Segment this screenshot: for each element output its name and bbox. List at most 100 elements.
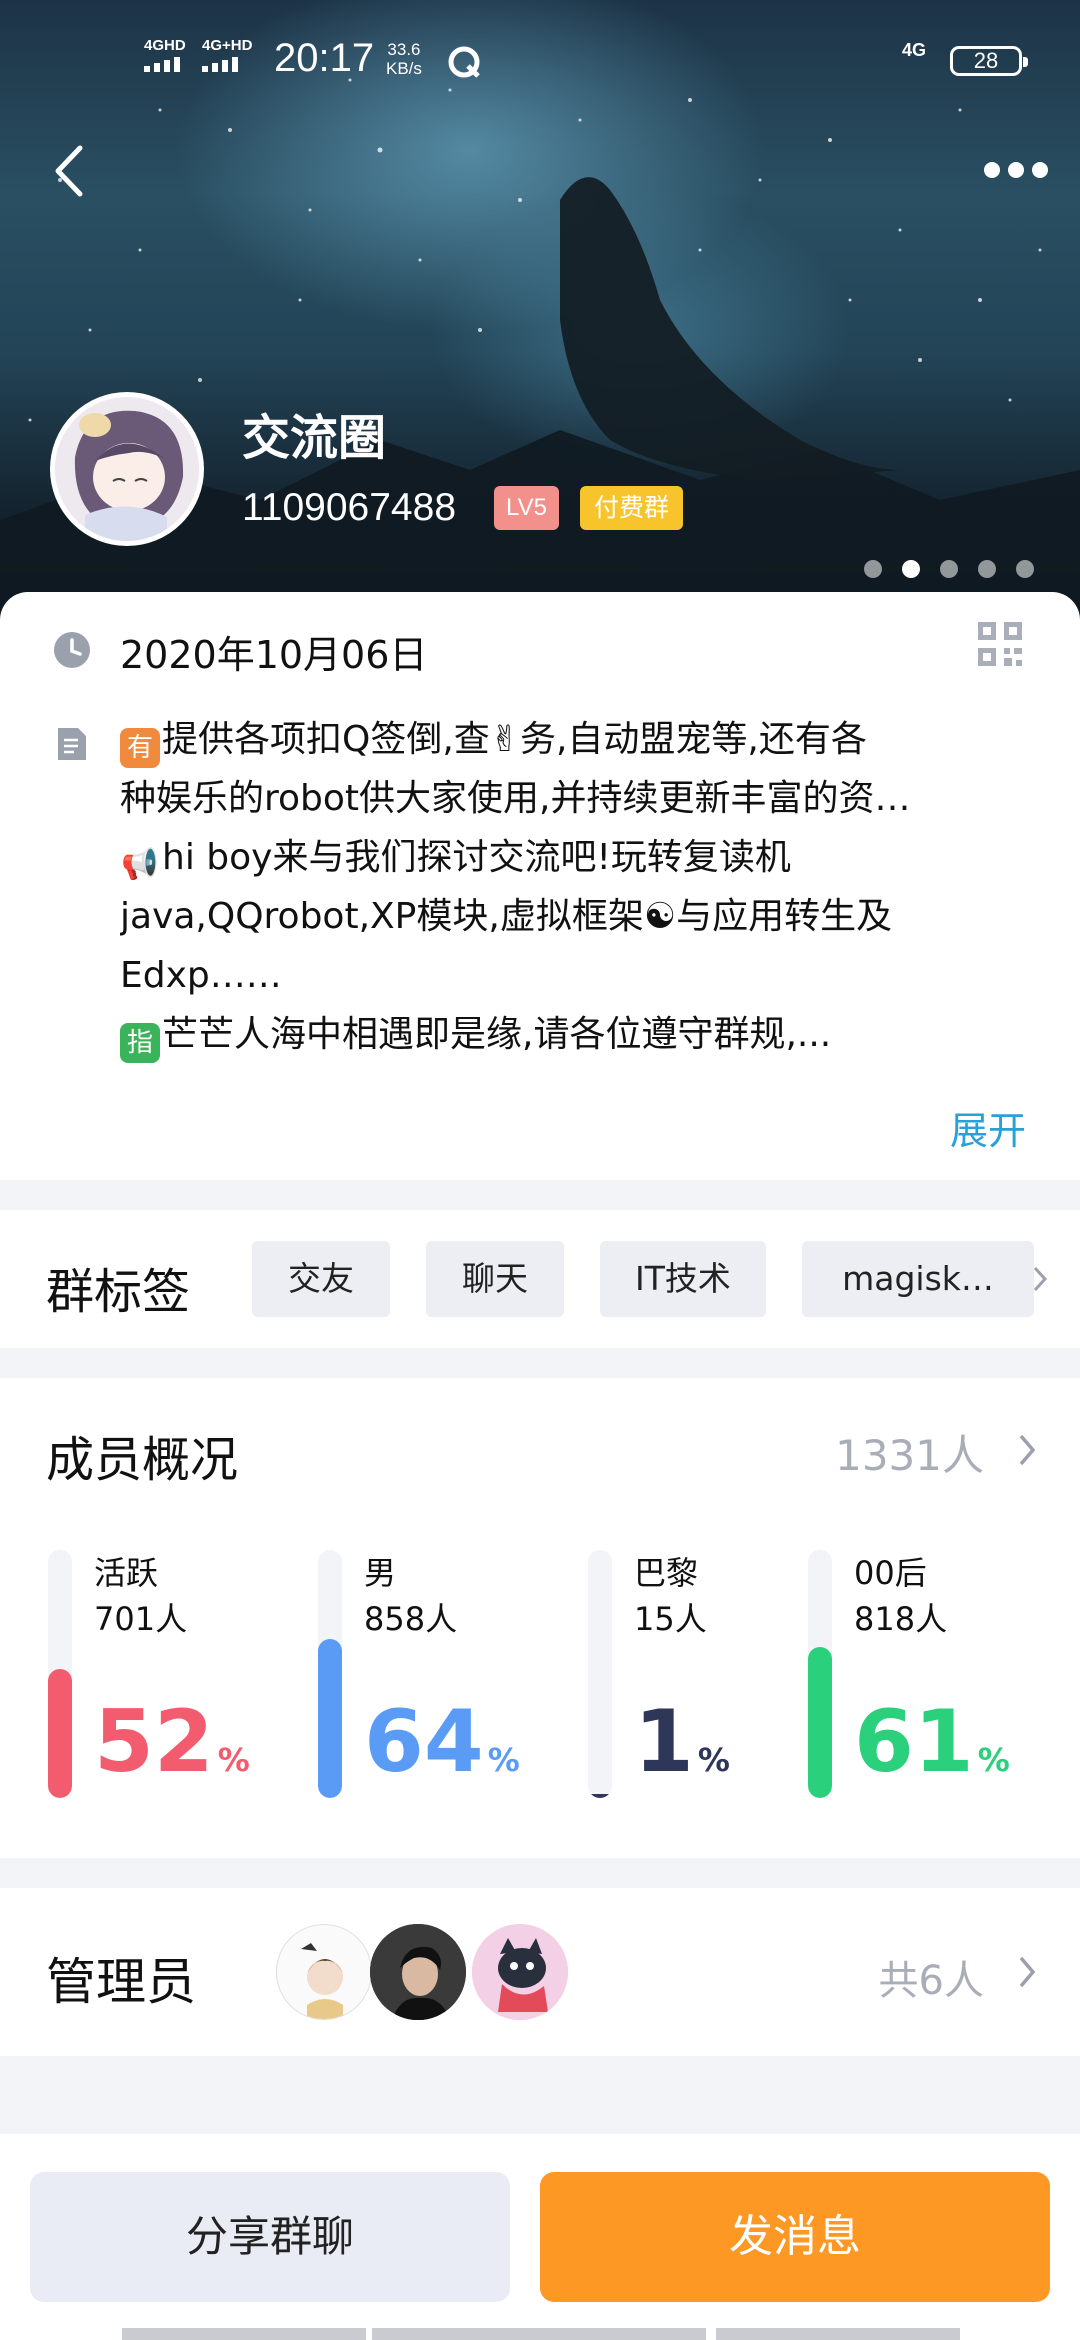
gesture-bar	[716, 2328, 960, 2340]
stat-progress-bar	[48, 1550, 72, 1798]
status-bar: 4GHD 4G+HD 20:17 33.6 KB/s 4G 28	[0, 0, 1080, 120]
group-tags-section[interactable]: 群标签 交友 聊天 IT技术 magisk…	[0, 1210, 1080, 1348]
intro-text: java,QQrobot,XP模块,虚拟框架☯与应用转生及	[120, 896, 893, 937]
admin-avatar[interactable]	[276, 1924, 372, 2020]
gesture-bar	[372, 2328, 706, 2340]
stat-label: 男	[364, 1554, 397, 1592]
tag-item[interactable]: 交友	[252, 1241, 390, 1317]
chevron-left-icon	[55, 145, 83, 197]
carousel-dot[interactable]	[978, 560, 996, 578]
created-date: 2020年10月06日	[120, 633, 428, 677]
stat-label: 活跃	[94, 1554, 159, 1592]
stat-progress-bar	[808, 1550, 832, 1798]
document-icon	[58, 728, 86, 760]
intro-text: Edxp……	[120, 955, 282, 996]
intro-text: 芒芒人海中相遇即是缘,请各位遵守群规,...	[162, 1014, 832, 1055]
battery-indicator: 28	[950, 46, 1028, 76]
admin-avatar[interactable]	[370, 1924, 466, 2020]
group-intro[interactable]: 有提供各项扣Q签倒,查✌务,自动盟宠等,还有各种娱乐的robot供大家使用,并持…	[120, 710, 1040, 1064]
stat-progress-bar	[318, 1550, 342, 1798]
qr-code-icon	[978, 622, 1022, 666]
stat-progress-fill	[48, 1669, 72, 1798]
more-button[interactable]	[976, 150, 1056, 190]
carousel-indicator[interactable]	[864, 560, 1034, 578]
signal-indicator-2: 4G+HD	[202, 38, 252, 72]
stat-percent-value: 64	[364, 1692, 484, 1792]
intro-line: 有提供各项扣Q签倒,查✌务,自动盟宠等,还有各	[120, 710, 1040, 769]
level-badge: LV5	[494, 486, 559, 530]
share-group-button[interactable]: 分享群聊	[30, 2172, 510, 2302]
battery-level: 28	[973, 48, 999, 73]
anime-girl-avatar-image	[55, 397, 199, 541]
speed-value: 33.6	[387, 40, 421, 59]
members-title: 成员概况	[46, 1432, 239, 1488]
member-total: 1331人	[835, 1431, 984, 1480]
stat-label: 00后	[854, 1554, 927, 1592]
stat-percent-unit: %	[977, 1741, 1010, 1779]
stat-progress-bar	[588, 1550, 612, 1798]
admins-section[interactable]: 管理员 共6人	[0, 1888, 1080, 2056]
member-stat[interactable]: 00后 818人 61%	[808, 1550, 1048, 1810]
paid-group-badge: 付费群	[580, 486, 684, 530]
send-message-button[interactable]: 发消息	[540, 2172, 1050, 2302]
group-avatar[interactable]	[50, 392, 204, 546]
intro-line: Edxp……	[120, 946, 1040, 1005]
intro-line: 种娱乐的robot供大家使用,并持续更新丰富的资…	[120, 769, 1040, 828]
stat-percent-unit: %	[697, 1741, 730, 1779]
status-time: 20:17	[274, 36, 375, 80]
intro-line: 📢hi boy来与我们探讨交流吧!玩转复读机	[120, 828, 1040, 887]
carousel-dot[interactable]	[902, 560, 920, 578]
qq-status-icon	[448, 46, 480, 78]
carousel-dot[interactable]	[864, 560, 882, 578]
network-type: 4G	[902, 40, 927, 60]
stat-percent: 1%	[634, 1692, 730, 1810]
stat-percent-unit: %	[487, 1741, 520, 1779]
signal-indicator: 4GHD	[144, 38, 186, 72]
member-stat[interactable]: 巴黎 15人 1%	[588, 1550, 828, 1810]
stat-count: 15人	[634, 1600, 707, 1638]
intro-line: 指芒芒人海中相遇即是缘,请各位遵守群规,...	[120, 1005, 1040, 1064]
stat-label: 巴黎	[634, 1554, 699, 1592]
carousel-dot[interactable]	[1016, 560, 1034, 578]
stat-percent-value: 61	[854, 1692, 974, 1792]
stat-percent: 64%	[364, 1692, 520, 1810]
member-overview-section[interactable]: 成员概况 1331人 活跃 701人 52% 男 858人 64% 巴黎 15人 1% 00后 81…	[0, 1378, 1080, 1858]
member-stat[interactable]: 男 858人 64%	[318, 1550, 558, 1810]
stat-progress-fill	[808, 1647, 832, 1798]
chevron-right-icon	[1019, 1434, 1036, 1466]
qr-code-button[interactable]	[976, 620, 1024, 668]
carousel-dot[interactable]	[940, 560, 958, 578]
more-dots-icon	[984, 162, 1048, 178]
group-profile-screen: 4GHD 4G+HD 20:17 33.6 KB/s 4G 28 交流圈 110…	[0, 0, 1080, 2340]
intro-text: 种娱乐的robot供大家使用,并持续更新丰富的资…	[120, 778, 911, 819]
group-info-card: 2020年10月06日 有提供各项扣Q签倒,查✌务,自动盟宠等,还有各种娱乐的r…	[0, 592, 1080, 1180]
tag-item[interactable]: magisk…	[802, 1241, 1034, 1317]
signal-1-label: 4GHD	[144, 37, 186, 54]
chevron-right-icon	[1019, 1956, 1036, 1988]
back-button[interactable]	[40, 136, 100, 206]
group-id[interactable]: 1109067488	[242, 486, 456, 530]
signal-2-label: 4G+HD	[202, 37, 253, 54]
stat-percent: 52%	[94, 1692, 250, 1810]
member-stat[interactable]: 活跃 701人 52%	[48, 1550, 288, 1810]
stat-percent-value: 1	[634, 1692, 694, 1792]
network-speed: 33.6 KB/s	[386, 40, 422, 78]
chevron-right-icon	[1033, 1266, 1048, 1292]
expand-intro-link[interactable]: 展开	[950, 1100, 1026, 1155]
stat-progress-fill	[588, 1794, 612, 1798]
emoji-icon: 指	[120, 1023, 160, 1063]
intro-text: hi boy来与我们探讨交流吧!玩转复读机	[162, 837, 791, 878]
stat-percent-unit: %	[217, 1741, 250, 1779]
group-name: 交流圈	[242, 410, 387, 466]
stat-count: 858人	[364, 1600, 458, 1638]
tag-item[interactable]: 聊天	[426, 1241, 564, 1317]
intro-line: java,QQrobot,XP模块,虚拟框架☯与应用转生及	[120, 887, 1040, 946]
admin-avatar[interactable]	[472, 1924, 568, 2020]
gesture-bar	[122, 2328, 366, 2340]
stat-count: 701人	[94, 1600, 188, 1638]
stat-percent: 61%	[854, 1692, 1010, 1810]
header-banner[interactable]: 4GHD 4G+HD 20:17 33.6 KB/s 4G 28 交流圈 110…	[0, 0, 1080, 640]
intro-text: 提供各项扣Q签倒,查✌务,自动盟宠等,还有各	[162, 719, 867, 760]
tag-item[interactable]: IT技术	[600, 1241, 766, 1317]
bottom-action-bar: 分享群聊 发消息	[0, 2134, 1080, 2340]
